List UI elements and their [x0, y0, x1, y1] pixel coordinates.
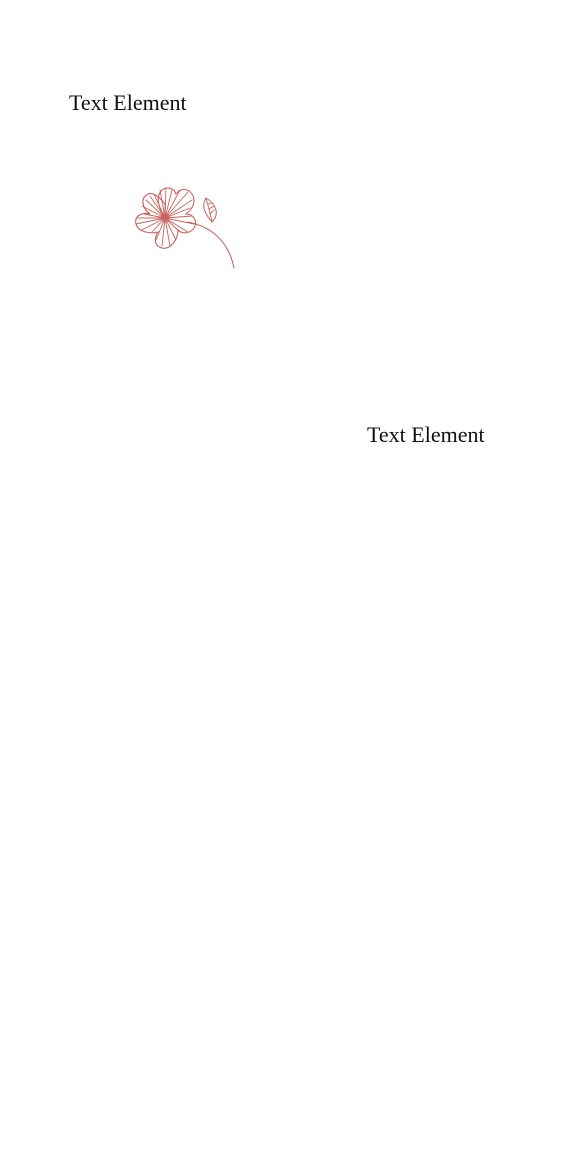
- text-element-middle[interactable]: Text Element: [367, 424, 485, 446]
- text-element-top[interactable]: Text Element: [69, 92, 187, 114]
- page-canvas: { "elements": { "text_top": "Text Elemen…: [0, 0, 576, 1152]
- flower-illustration-icon: [130, 182, 240, 274]
